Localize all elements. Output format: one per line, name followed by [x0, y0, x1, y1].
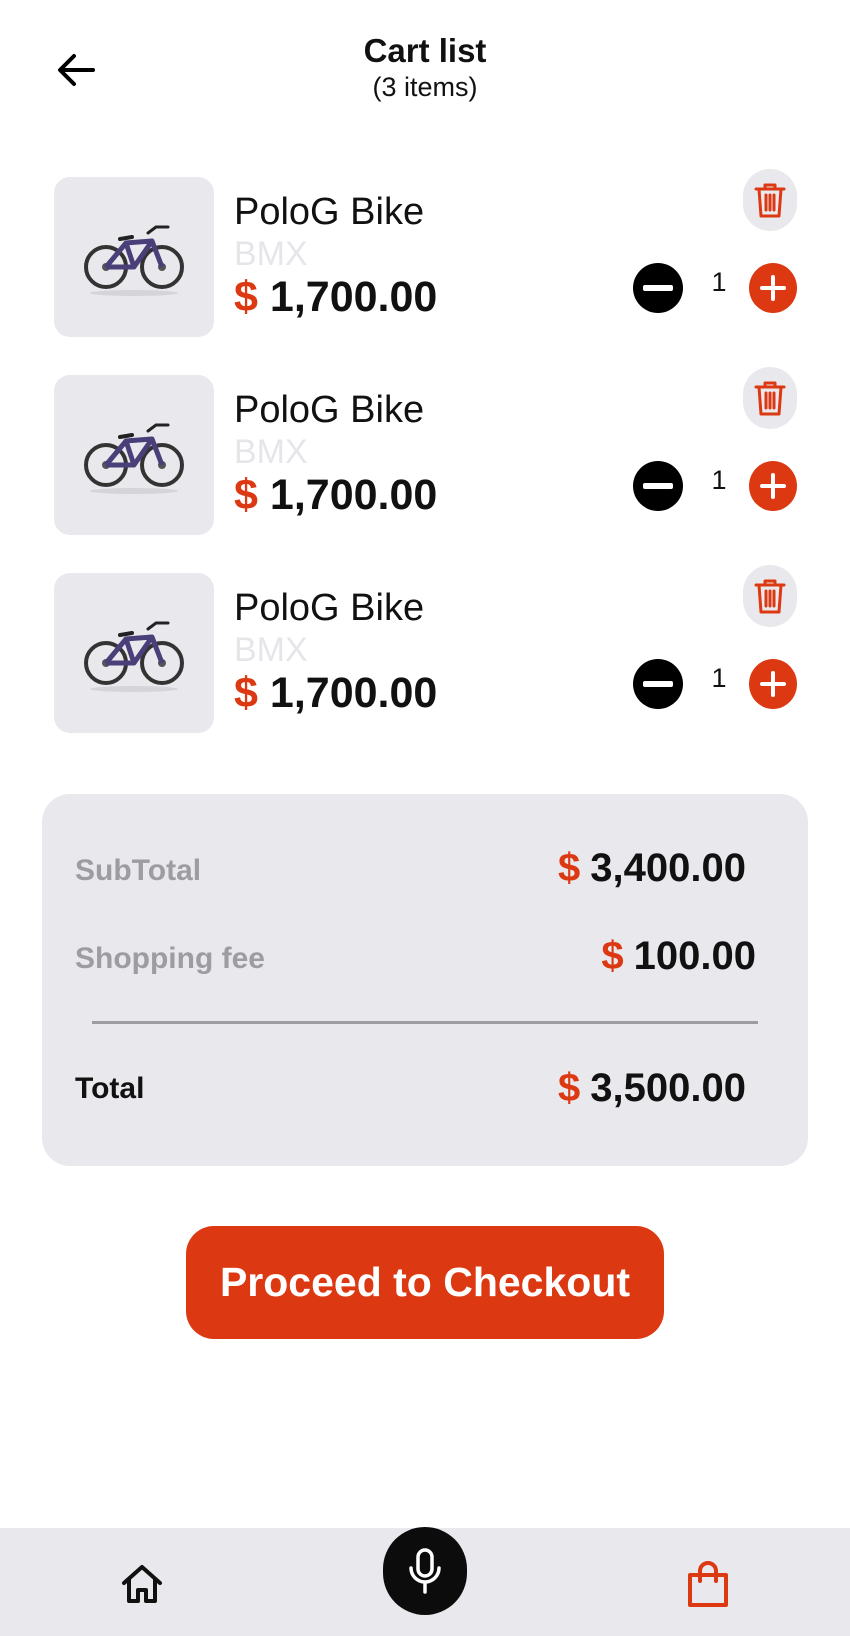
- mountain-bike-image: [84, 423, 184, 494]
- nav-home-button[interactable]: [116, 1558, 168, 1610]
- increase-quantity-button[interactable]: [749, 659, 797, 709]
- product-thumbnail[interactable]: [54, 375, 214, 535]
- proceed-to-checkout-button[interactable]: Proceed to Checkout: [186, 1226, 664, 1339]
- mountain-bike-image: [84, 621, 184, 692]
- quantity-value: 1: [711, 267, 727, 297]
- cart-item: PoloG Bike BMX $1,700.00 1: [54, 367, 799, 537]
- subtotal-value: $3,400.00: [558, 846, 746, 891]
- minus-icon: [643, 483, 673, 489]
- product-category: BMX: [234, 235, 308, 273]
- home-icon: [122, 1565, 162, 1603]
- remove-item-button[interactable]: [743, 565, 797, 627]
- nav-cart-button[interactable]: [682, 1556, 734, 1612]
- shopping-fee-amount: 100.00: [633, 934, 756, 978]
- currency-symbol: $: [558, 1066, 581, 1110]
- total-amount: 3,500.00: [590, 1066, 746, 1110]
- product-name: PoloG Bike: [234, 191, 425, 233]
- plus-icon: [760, 671, 786, 697]
- price-value: 1,700.00: [269, 669, 438, 717]
- product-price: $1,700.00: [234, 471, 437, 520]
- currency-symbol: $: [601, 934, 624, 978]
- total-value: $3,500.00: [558, 1066, 746, 1111]
- currency-symbol: $: [558, 846, 581, 890]
- plus-icon: [760, 275, 786, 301]
- minus-icon: [643, 285, 673, 291]
- remove-item-button[interactable]: [743, 169, 797, 231]
- plus-icon: [760, 473, 786, 499]
- shopping-fee-label: Shopping fee: [75, 942, 265, 975]
- currency-symbol: $: [234, 471, 258, 519]
- product-category: BMX: [234, 433, 308, 471]
- trash-icon: [754, 381, 786, 416]
- total-label: Total: [75, 1072, 145, 1105]
- increase-quantity-button[interactable]: [749, 461, 797, 511]
- summary-divider: [92, 1021, 758, 1024]
- subtotal-label: SubTotal: [75, 854, 202, 887]
- price-value: 1,700.00: [269, 471, 438, 519]
- mountain-bike-image: [84, 225, 184, 296]
- microphone-icon: [409, 1548, 441, 1594]
- currency-symbol: $: [234, 669, 258, 717]
- quantity-value: 1: [711, 465, 727, 495]
- trash-icon: [754, 579, 786, 614]
- subtotal-amount: 3,400.00: [590, 846, 746, 890]
- quantity-value: 1: [711, 663, 727, 693]
- remove-item-button[interactable]: [743, 367, 797, 429]
- product-name: PoloG Bike: [234, 587, 425, 629]
- price-value: 1,700.00: [269, 273, 438, 321]
- product-thumbnail[interactable]: [54, 177, 214, 337]
- decrease-quantity-button[interactable]: [633, 263, 683, 313]
- header: Cart list (3 items): [0, 0, 850, 130]
- product-thumbnail[interactable]: [54, 573, 214, 733]
- voice-search-button[interactable]: [383, 1527, 467, 1615]
- product-price: $1,700.00: [234, 273, 437, 322]
- product-name: PoloG Bike: [234, 389, 425, 431]
- shopping-bag-icon: [688, 1561, 728, 1607]
- order-summary: SubTotal $3,400.00 Shopping fee $100.00 …: [42, 794, 808, 1166]
- page-title: Cart list: [363, 32, 487, 69]
- cart-item: PoloG Bike BMX $1,700.00 1: [54, 169, 799, 339]
- decrease-quantity-button[interactable]: [633, 659, 683, 709]
- bottom-navigation: [0, 1527, 850, 1636]
- product-category: BMX: [234, 631, 308, 669]
- cart-item: PoloG Bike BMX $1,700.00 1: [54, 565, 799, 735]
- shopping-fee-value: $100.00: [601, 934, 756, 979]
- increase-quantity-button[interactable]: [749, 263, 797, 313]
- minus-icon: [643, 681, 673, 687]
- item-count: (3 items): [372, 72, 478, 102]
- trash-icon: [754, 183, 786, 218]
- decrease-quantity-button[interactable]: [633, 461, 683, 511]
- currency-symbol: $: [234, 273, 258, 321]
- product-price: $1,700.00: [234, 669, 437, 718]
